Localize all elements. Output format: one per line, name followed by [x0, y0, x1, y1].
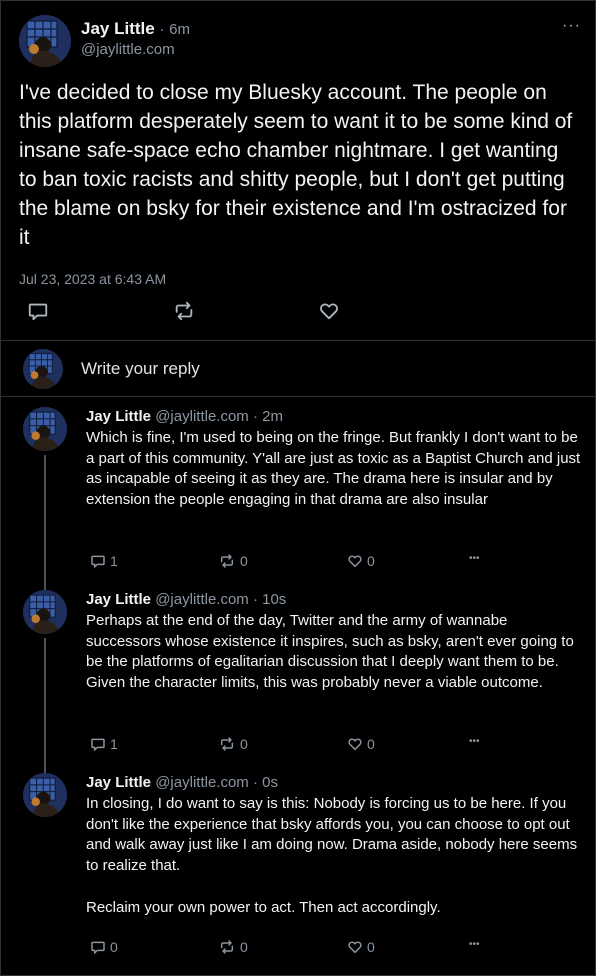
reply-header: Jay Little @jaylittle.com · 10s	[86, 590, 286, 610]
reply-meta: @jaylittle.com · 10s	[155, 591, 287, 608]
repost-button[interactable]: 0	[214, 553, 248, 569]
repost-count: 0	[240, 939, 248, 955]
reply-composer[interactable]: Write your reply	[1, 341, 596, 397]
author-name[interactable]: Jay Little	[86, 408, 151, 425]
reply-header: Jay Little @jaylittle.com · 2m	[86, 407, 283, 427]
avatar[interactable]	[23, 773, 67, 817]
reply-actions: 1 0 0 •••	[86, 736, 506, 754]
thread-line	[44, 638, 46, 763]
author-name[interactable]: Jay Little	[86, 774, 151, 791]
heart-icon	[347, 553, 363, 569]
like-button[interactable]: 0	[343, 939, 375, 955]
repost-button[interactable]: 0	[214, 939, 248, 955]
reply-text: In closing, I do want to say is this: No…	[86, 795, 578, 916]
author-row: Jay Little · 6m	[81, 18, 190, 41]
ellipsis-icon: •••	[469, 736, 480, 747]
reply-meta: @jaylittle.com · 0s	[155, 774, 278, 791]
time-separator: ·	[159, 21, 165, 38]
speech-bubble-icon	[90, 736, 106, 752]
repost-button[interactable]: 0	[214, 736, 248, 752]
like-count: 0	[367, 736, 375, 752]
like-button[interactable]: 0	[343, 736, 375, 752]
reply-button[interactable]: 1	[86, 553, 118, 569]
thread-line	[44, 580, 46, 590]
main-post: Jay Little · 6m @jaylittle.com ··· I've …	[1, 1, 596, 341]
author-name[interactable]: Jay Little	[81, 19, 155, 38]
speech-bubble-icon	[90, 553, 106, 569]
speech-bubble-icon	[90, 939, 106, 955]
thread-line	[44, 455, 46, 580]
reply-actions: 1 0 0 •••	[86, 553, 506, 571]
author-name[interactable]: Jay Little	[86, 591, 151, 608]
thread-reply[interactable]: Jay Little @jaylittle.com · 2m Which is …	[1, 397, 596, 580]
ellipsis-icon: •••	[469, 553, 480, 564]
reply-count: 1	[110, 553, 118, 569]
reply-header: Jay Little @jaylittle.com · 0s	[86, 773, 278, 793]
thread-reply[interactable]: Jay Little @jaylittle.com · 0s In closin…	[1, 763, 596, 976]
repost-arrows-icon	[218, 939, 236, 955]
more-options-button[interactable]: •••	[469, 736, 480, 747]
post-actions	[27, 300, 357, 324]
reply-count: 0	[110, 939, 118, 955]
avatar[interactable]	[23, 407, 67, 451]
repost-arrows-icon	[172, 300, 196, 322]
post-date: Jul 23, 2023 at 6:43 AM	[19, 271, 167, 287]
reply-actions: 0 0 0 •••	[86, 939, 506, 957]
author-handle[interactable]: @jaylittle.com	[81, 41, 175, 58]
speech-bubble-icon	[27, 300, 49, 322]
reply-button[interactable]: 0	[86, 939, 118, 955]
like-button[interactable]: 0	[343, 553, 375, 569]
like-count: 0	[367, 553, 375, 569]
post-text: I've decided to close my Bluesky account…	[19, 81, 573, 249]
avatar	[23, 349, 63, 389]
like-button[interactable]	[318, 300, 340, 322]
reply-text: Which is fine, I'm used to being on the …	[86, 429, 585, 509]
more-options-button[interactable]: ···	[562, 17, 581, 35]
heart-icon	[318, 300, 340, 322]
repost-arrows-icon	[218, 553, 236, 569]
more-options-button[interactable]: •••	[469, 939, 480, 950]
reply-text: Perhaps at the end of the day, Twitter a…	[86, 612, 578, 692]
reply-count: 1	[110, 736, 118, 752]
reply-meta: @jaylittle.com · 2m	[155, 408, 283, 425]
post-time: 6m	[169, 21, 191, 38]
repost-count: 0	[240, 553, 248, 569]
repost-count: 0	[240, 736, 248, 752]
ellipsis-icon: ···	[562, 17, 581, 34]
reply-input-placeholder[interactable]: Write your reply	[81, 359, 200, 379]
avatar[interactable]	[19, 15, 71, 67]
like-count: 0	[367, 939, 375, 955]
thread-view: Jay Little · 6m @jaylittle.com ··· I've …	[0, 0, 596, 976]
heart-icon	[347, 939, 363, 955]
repost-arrows-icon	[218, 736, 236, 752]
reply-button[interactable]	[27, 300, 49, 322]
heart-icon	[347, 736, 363, 752]
reply-button[interactable]: 1	[86, 736, 118, 752]
avatar[interactable]	[23, 590, 67, 634]
more-options-button[interactable]: •••	[469, 553, 480, 564]
thread-reply[interactable]: Jay Little @jaylittle.com · 10s Perhaps …	[1, 580, 596, 763]
repost-button[interactable]	[172, 300, 196, 322]
ellipsis-icon: •••	[469, 939, 480, 950]
thread-line	[44, 763, 46, 773]
